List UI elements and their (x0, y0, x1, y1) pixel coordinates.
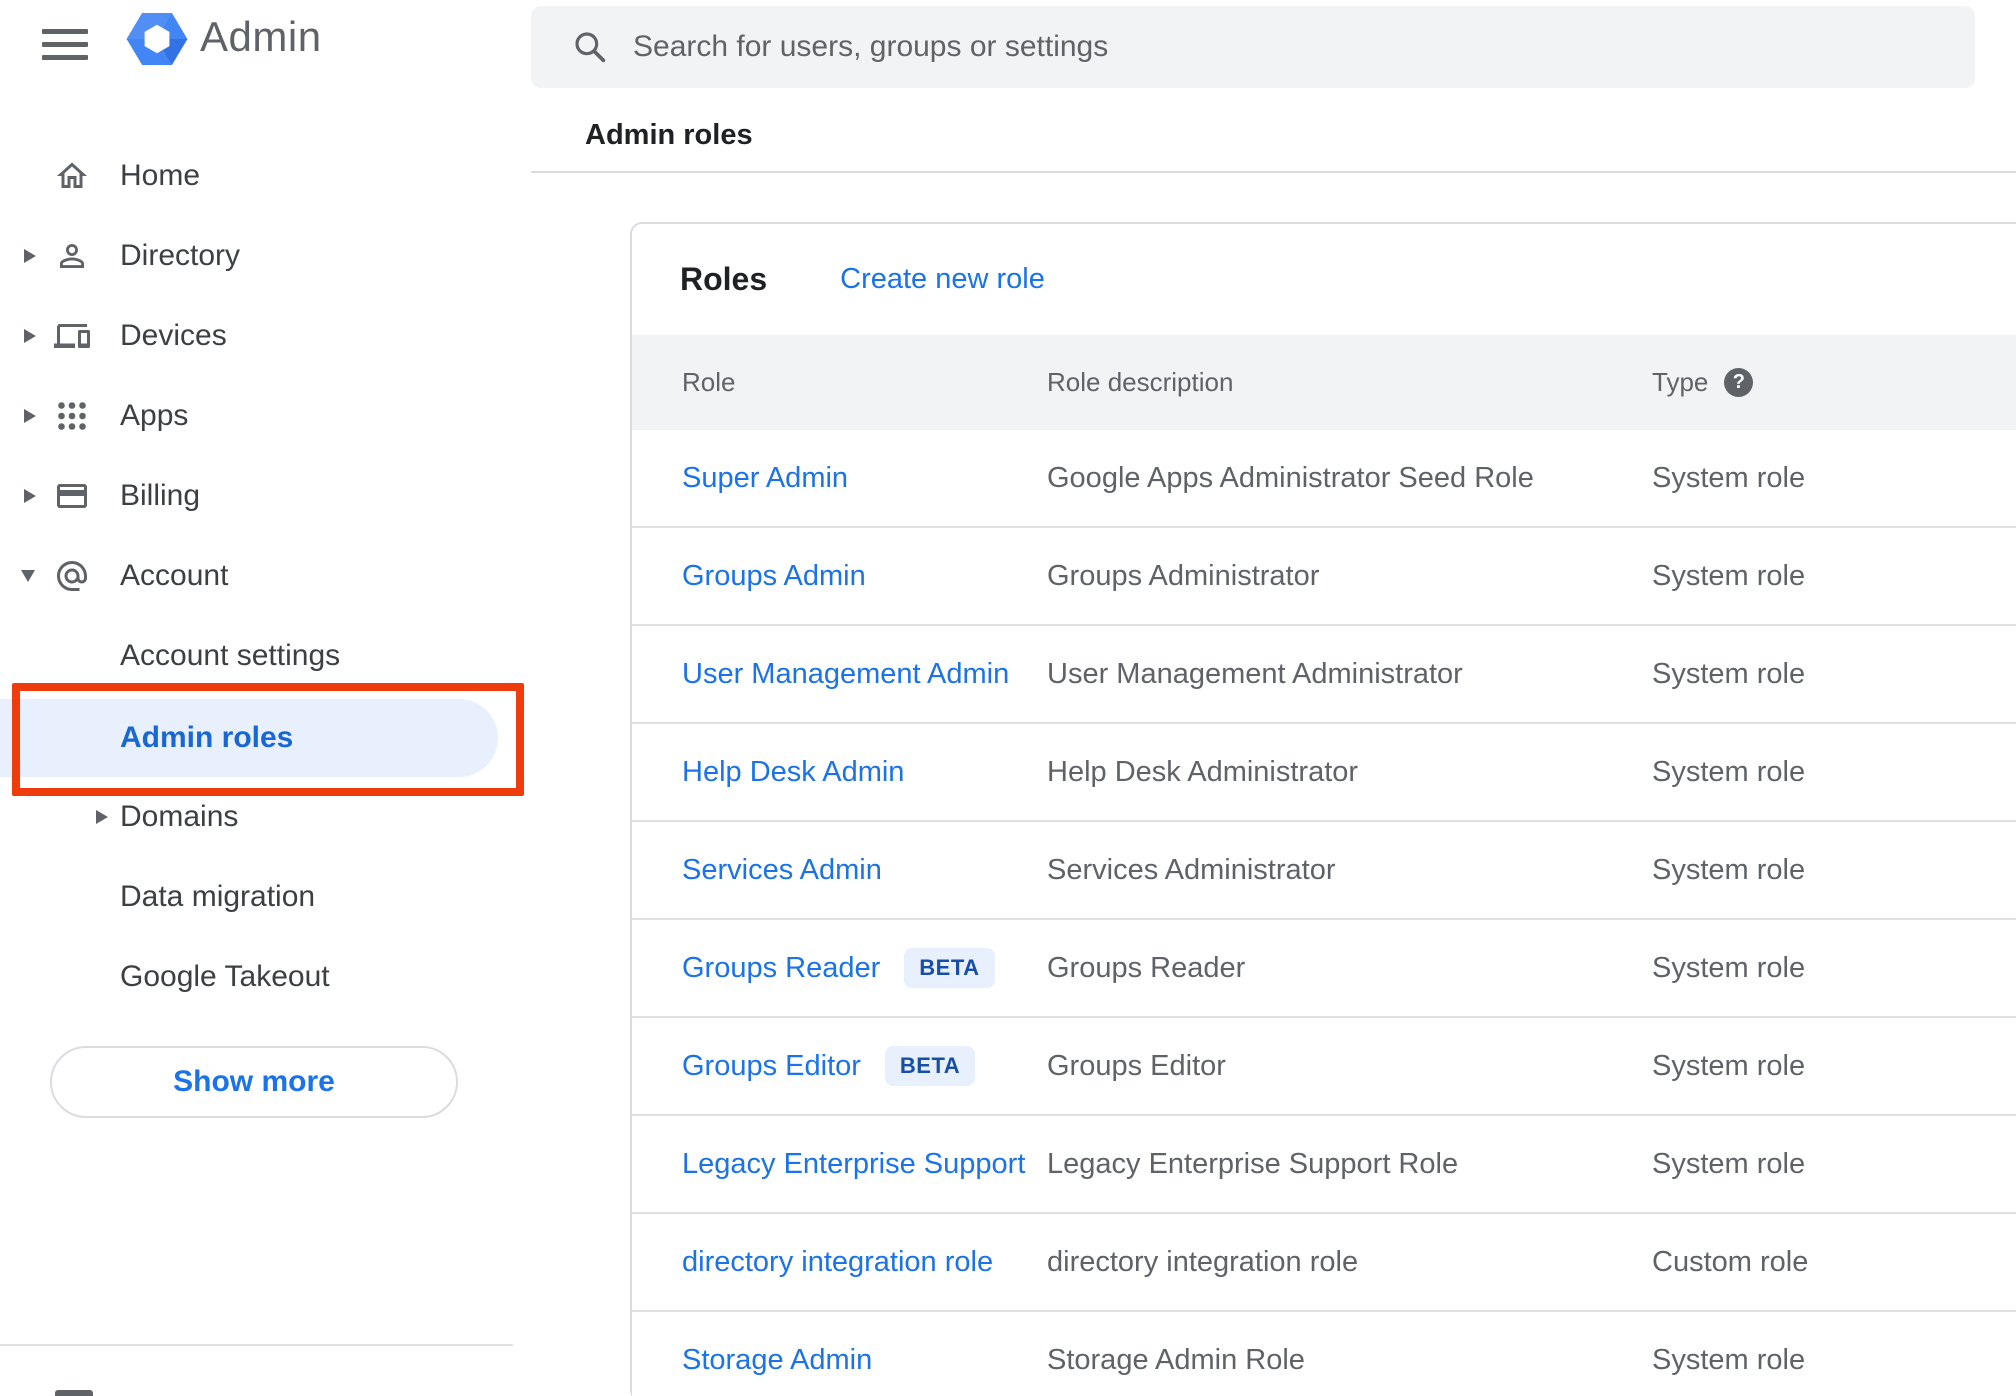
person-icon (60, 244, 84, 268)
role-link[interactable]: User Management Admin (682, 658, 1009, 691)
sidebar-item-domains[interactable]: Domains (0, 777, 531, 857)
table-row: Groups Admin Groups Administrator System… (632, 528, 2016, 626)
credit-card-icon (57, 484, 87, 508)
sidebar-item-label: Admin roles (120, 721, 294, 754)
table-row: Groups Reader BETA Groups Reader System … (632, 920, 2016, 1018)
search-icon (575, 32, 606, 63)
header-divider (531, 171, 2016, 173)
role-description: directory integration role (1047, 1245, 1359, 1278)
sidebar-item-label: Data migration (120, 880, 316, 913)
sidebar-item-label: Devices (120, 319, 227, 352)
role-description: Groups Administrator (1047, 559, 1320, 592)
role-description: Services Administrator (1047, 853, 1336, 886)
show-more-button[interactable]: Show more (50, 1046, 458, 1118)
sidebar-item-label: Directory (120, 239, 241, 272)
role-link[interactable]: Groups Editor (682, 1050, 861, 1083)
role-type: System role (1652, 853, 1806, 886)
table-row: Super Admin Google Apps Administrator Se… (632, 430, 2016, 528)
help-icon[interactable]: ? (1724, 368, 1754, 397)
app-title: Admin (200, 13, 322, 60)
sidebar-item-label: Home (120, 159, 201, 192)
chevron-down-icon[interactable] (21, 570, 35, 582)
chevron-right-icon[interactable] (24, 249, 36, 263)
sidebar-divider (0, 1344, 513, 1346)
roles-panel-header: Roles Create new role (632, 224, 2016, 335)
admin-console-page: Admin Home Directory Devices Apps Billin… (0, 0, 2016, 1396)
role-link[interactable]: Help Desk Admin (682, 756, 904, 789)
sidebar-item-data-migration[interactable]: Data migration (0, 857, 531, 937)
role-link[interactable]: Legacy Enterprise Support (682, 1148, 1025, 1181)
devices-icon (54, 324, 90, 348)
role-type: System role (1652, 755, 1806, 788)
roles-panel: Roles Create new role Role Role descript… (630, 222, 2016, 1396)
role-type: System role (1652, 657, 1806, 690)
sidebar-item-devices[interactable]: Devices (0, 296, 531, 376)
search-bar[interactable] (531, 6, 1975, 88)
sidebar: Admin Home Directory Devices Apps Billin… (0, 0, 531, 1396)
table-row: Legacy Enterprise Support Legacy Enterpr… (632, 1116, 2016, 1214)
table-row: directory integration role directory int… (632, 1214, 2016, 1312)
role-type: System role (1652, 1049, 1806, 1082)
sidebar-item-home[interactable]: Home (0, 136, 531, 216)
beta-badge: BETA (884, 1046, 976, 1086)
column-header-description: Role description (1047, 367, 1234, 397)
column-header-type-label: Type (1652, 367, 1709, 397)
role-description: Groups Reader (1047, 951, 1246, 984)
home-icon (57, 162, 87, 188)
role-description: Groups Editor (1047, 1049, 1226, 1082)
column-header-type: Type ? (1652, 367, 2016, 398)
menu-icon[interactable] (42, 24, 90, 64)
sidebar-item-label: Account (120, 559, 229, 592)
table-header-row: Role Role description Type ? (632, 335, 2016, 430)
chevron-right-icon[interactable] (96, 810, 108, 824)
chevron-right-icon[interactable] (24, 489, 36, 503)
table-row: Storage Admin Storage Admin Role System … (632, 1312, 2016, 1396)
sidebar-item-admin-roles[interactable]: Admin roles (0, 699, 498, 777)
cutoff-menu-icon (55, 1390, 93, 1396)
role-type: Custom role (1652, 1245, 1809, 1278)
table-row: Help Desk Admin Help Desk Administrator … (632, 724, 2016, 822)
admin-logo-icon (126, 12, 188, 66)
role-type: System role (1652, 461, 1806, 494)
sidebar-item-apps[interactable]: Apps (0, 376, 531, 456)
table-row: User Management Admin User Management Ad… (632, 626, 2016, 724)
role-link[interactable]: Storage Admin (682, 1344, 872, 1377)
at-sign-icon (57, 561, 87, 591)
role-type: System role (1652, 559, 1806, 592)
sidebar-item-label: Apps (120, 399, 189, 432)
role-description: Storage Admin Role (1047, 1343, 1305, 1376)
role-link[interactable]: Groups Admin (682, 560, 866, 593)
beta-badge: BETA (904, 948, 995, 988)
table-row: Services Admin Services Administrator Sy… (632, 822, 2016, 920)
breadcrumb: Admin roles (585, 119, 753, 151)
sidebar-item-account-settings[interactable]: Account settings (0, 616, 531, 696)
column-header-role: Role (682, 367, 736, 397)
sidebar-item-billing[interactable]: Billing (0, 456, 531, 536)
role-link[interactable]: Groups Reader (682, 952, 880, 985)
role-description: User Management Administrator (1047, 657, 1463, 690)
role-link[interactable]: Services Admin (682, 854, 882, 887)
chevron-right-icon[interactable] (24, 329, 36, 343)
create-new-role-link[interactable]: Create new role (840, 263, 1045, 296)
sidebar-item-label: Domains (120, 800, 239, 833)
sidebar-item-account[interactable]: Account (0, 536, 531, 616)
sidebar-item-google-takeout[interactable]: Google Takeout (0, 937, 531, 1017)
role-description: Google Apps Administrator Seed Role (1047, 461, 1534, 494)
apps-grid-icon (58, 402, 86, 430)
table-row: Groups Editor BETA Groups Editor System … (632, 1018, 2016, 1116)
role-type: System role (1652, 1147, 1806, 1180)
sidebar-item-label: Account settings (120, 639, 341, 672)
role-link[interactable]: directory integration role (682, 1246, 993, 1279)
role-type: System role (1652, 1343, 1806, 1376)
sidebar-item-label: Google Takeout (120, 960, 330, 993)
search-input[interactable] (631, 29, 1945, 65)
role-type: System role (1652, 951, 1806, 984)
sidebar-item-directory[interactable]: Directory (0, 216, 531, 296)
role-description: Help Desk Administrator (1047, 755, 1359, 788)
roles-title: Roles (680, 261, 768, 297)
sidebar-item-label: Billing (120, 479, 201, 512)
role-link[interactable]: Super Admin (682, 462, 848, 495)
chevron-right-icon[interactable] (24, 409, 36, 423)
role-description: Legacy Enterprise Support Role (1047, 1147, 1459, 1180)
